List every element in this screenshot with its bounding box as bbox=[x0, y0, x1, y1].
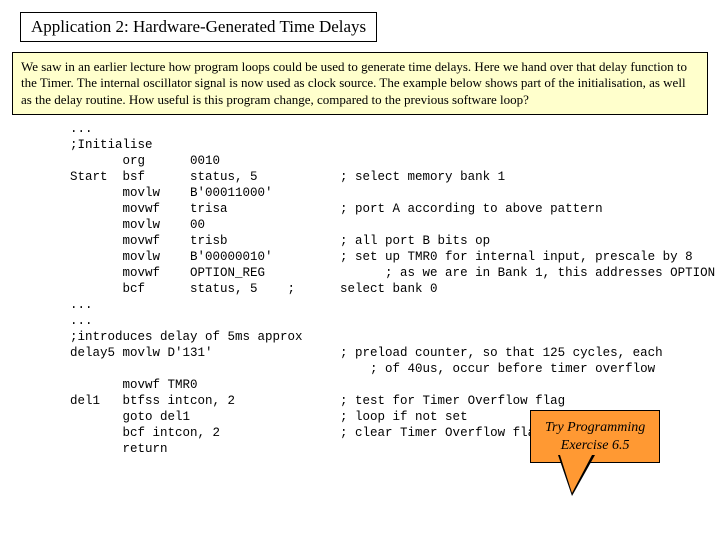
callout-container: Try Programming Exercise 6.5 bbox=[530, 410, 660, 463]
description-box: We saw in an earlier lecture how program… bbox=[12, 52, 708, 115]
page-title: Application 2: Hardware-Generated Time D… bbox=[31, 17, 366, 36]
callout-box: Try Programming Exercise 6.5 bbox=[530, 410, 660, 463]
callout-tail bbox=[560, 455, 592, 493]
callout-line1: Try Programming bbox=[545, 420, 645, 435]
callout-line2: Exercise 6.5 bbox=[561, 438, 630, 453]
description-text: We saw in an earlier lecture how program… bbox=[21, 59, 687, 107]
code-listing: ... ;Initialise org 0010 Start bsf statu… bbox=[70, 121, 708, 457]
title-box: Application 2: Hardware-Generated Time D… bbox=[20, 12, 377, 42]
